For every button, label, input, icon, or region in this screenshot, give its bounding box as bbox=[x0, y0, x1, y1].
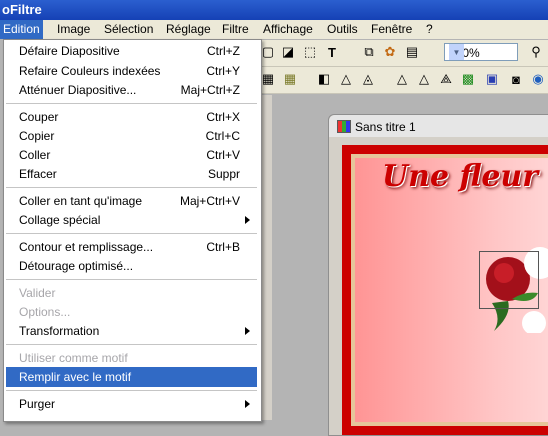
text-icon[interactable]: ▢ bbox=[260, 44, 276, 60]
menu-item-validate: Valider bbox=[6, 283, 257, 303]
menu-item-shortcut: Ctrl+Z bbox=[207, 44, 240, 58]
info-icon[interactable]: ◉ bbox=[530, 71, 546, 87]
chevron-down-icon[interactable]: ▼ bbox=[449, 44, 464, 60]
menu-item-shortcut: Ctrl+B bbox=[206, 240, 240, 254]
menu-fenetre[interactable]: Fenêtre bbox=[371, 22, 412, 36]
menu-filtre[interactable]: Filtre bbox=[222, 22, 249, 36]
screen-icon[interactable]: ▣ bbox=[484, 71, 500, 87]
menu-item-shortcut: Maj+Ctrl+V bbox=[179, 194, 240, 208]
menu-reglage[interactable]: Réglage bbox=[166, 22, 211, 36]
type-icon[interactable]: T bbox=[324, 44, 340, 60]
secondary-toolbar: ▦ ▦ ◧ △ ◬ △ △ ⟁ ▩ ▣ ◙ ◉ bbox=[258, 67, 548, 94]
menu-item-label: Effacer bbox=[19, 167, 57, 181]
menu-item-label: Atténuer Diapositive... bbox=[19, 83, 137, 97]
app-title: oFiltre bbox=[2, 2, 42, 17]
layers-icon[interactable]: ⧉ bbox=[361, 44, 377, 60]
menu-item-label: Coller bbox=[19, 148, 51, 162]
menu-item-label: Copier bbox=[19, 129, 55, 143]
menu-item-shortcut: Maj+Ctrl+Z bbox=[180, 83, 240, 97]
settings-icon[interactable]: ◙ bbox=[508, 71, 524, 87]
water-drop-icon[interactable]: ◬ bbox=[360, 71, 376, 87]
grid-color-icon[interactable]: ▦ bbox=[282, 71, 298, 87]
menu-item-purge[interactable]: Purger bbox=[6, 394, 257, 414]
edition-dropdown-menu: Défaire Diapositive Ctrl+Z Refaire Couleu… bbox=[3, 39, 262, 422]
menu-item-shortcut: Suppr bbox=[207, 167, 240, 181]
zoom-select[interactable]: 100% ▼ bbox=[444, 43, 518, 61]
menu-item-paste[interactable]: Coller Ctrl+V bbox=[6, 145, 257, 165]
selection-rectangle[interactable] bbox=[479, 251, 539, 309]
menu-item-use-as-pattern: Utiliser comme motif bbox=[6, 348, 257, 368]
zoom-icon[interactable]: ⚲ bbox=[528, 44, 544, 60]
submenu-arrow-icon bbox=[245, 216, 250, 224]
menu-item-label: Contour et remplissage... bbox=[19, 240, 154, 254]
menu-item-stroke-fill[interactable]: Contour et remplissage... Ctrl+B bbox=[6, 237, 257, 257]
menu-item-label: Utiliser comme motif bbox=[19, 351, 128, 365]
menu-item-label: Défaire Diapositive bbox=[19, 44, 120, 58]
document-title: Sans titre 1 bbox=[355, 120, 416, 134]
menu-item-cut[interactable]: Couper Ctrl+X bbox=[6, 107, 257, 127]
menu-separator bbox=[6, 187, 257, 188]
menu-separator bbox=[6, 344, 257, 345]
menu-item-label: Détourage optimisé... bbox=[19, 259, 134, 273]
cone2-icon[interactable]: △ bbox=[416, 71, 432, 87]
flower-icon[interactable]: ✿ bbox=[382, 44, 398, 60]
menu-separator bbox=[6, 103, 257, 104]
a-icon[interactable]: ◪ bbox=[280, 44, 296, 60]
menu-item-label: Options... bbox=[19, 305, 71, 319]
image-icon bbox=[337, 120, 351, 133]
menu-item-optimized-crop[interactable]: Détourage optimisé... bbox=[6, 256, 257, 276]
menu-item-shortcut: Ctrl+V bbox=[206, 148, 240, 162]
menu-item-paste-special[interactable]: Collage spécial bbox=[6, 210, 257, 230]
canvas-text: Une fleur bbox=[382, 159, 539, 194]
menu-item-label: Couper bbox=[19, 110, 59, 124]
drop-icon[interactable]: △ bbox=[338, 71, 354, 87]
menu-separator bbox=[6, 390, 257, 391]
menu-item-clear[interactable]: Effacer Suppr bbox=[6, 164, 257, 184]
menu-item-label: Collage spécial bbox=[19, 213, 101, 227]
menu-item-undo[interactable]: Défaire Diapositive Ctrl+Z bbox=[6, 41, 257, 61]
menu-selection[interactable]: Sélection bbox=[104, 22, 153, 36]
contrast-icon[interactable]: ◧ bbox=[316, 71, 332, 87]
menu-item-label: Remplir avec le motif bbox=[19, 370, 132, 384]
menu-item-label: Valider bbox=[19, 286, 56, 300]
window-icon[interactable]: ▤ bbox=[404, 44, 420, 60]
cone-icon[interactable]: △ bbox=[394, 71, 410, 87]
submenu-arrow-icon bbox=[245, 400, 250, 408]
menu-separator bbox=[6, 233, 257, 234]
document-window[interactable]: Sans titre 1 Une fleur bbox=[328, 114, 548, 436]
menu-item-options: Options... bbox=[6, 302, 257, 322]
menu-image[interactable]: Image bbox=[57, 22, 90, 36]
tri-icon[interactable]: ⟁ bbox=[438, 71, 454, 87]
menu-item-transformation[interactable]: Transformation bbox=[6, 321, 257, 341]
title-bar: oFiltre bbox=[0, 0, 548, 20]
menu-separator bbox=[6, 279, 257, 280]
menu-affichage[interactable]: Affichage bbox=[263, 22, 313, 36]
main-toolbar: ▢ ◪ ⬚ T ⧉ ✿ ▤ 100% ▼ ⚲ bbox=[258, 40, 548, 67]
menu-item-shortcut: Ctrl+Y bbox=[206, 64, 240, 78]
menu-item-copy[interactable]: Copier Ctrl+C bbox=[6, 126, 257, 146]
grid-icon[interactable]: ▦ bbox=[260, 71, 276, 87]
menu-item-label: Refaire Couleurs indexées bbox=[19, 64, 161, 78]
image-canvas[interactable]: Une fleur bbox=[342, 145, 548, 435]
menu-item-shortcut: Ctrl+C bbox=[205, 129, 240, 143]
color-icon[interactable]: ▩ bbox=[460, 71, 476, 87]
menu-item-label: Coller en tant qu'image bbox=[19, 194, 143, 208]
menu-bar: Edition Image Sélection Réglage Filtre A… bbox=[0, 20, 548, 39]
document-title-bar[interactable]: Sans titre 1 bbox=[329, 115, 548, 137]
menu-outils[interactable]: Outils bbox=[327, 22, 358, 36]
menu-item-fade[interactable]: Atténuer Diapositive... Maj+Ctrl+Z bbox=[6, 80, 257, 100]
menu-item-label: Purger bbox=[19, 397, 56, 411]
selection-icon[interactable]: ⬚ bbox=[302, 44, 318, 60]
menu-item-label: Transformation bbox=[19, 324, 100, 338]
menu-help[interactable]: ? bbox=[426, 22, 433, 36]
menu-item-redo[interactable]: Refaire Couleurs indexées Ctrl+Y bbox=[6, 61, 257, 81]
submenu-arrow-icon bbox=[245, 327, 250, 335]
menu-item-paste-as-image[interactable]: Coller en tant qu'image Maj+Ctrl+V bbox=[6, 191, 257, 211]
menu-item-shortcut: Ctrl+X bbox=[206, 110, 240, 124]
menu-edition[interactable]: Edition bbox=[0, 20, 43, 39]
menu-item-fill-with-pattern[interactable]: Remplir avec le motif bbox=[6, 367, 257, 387]
